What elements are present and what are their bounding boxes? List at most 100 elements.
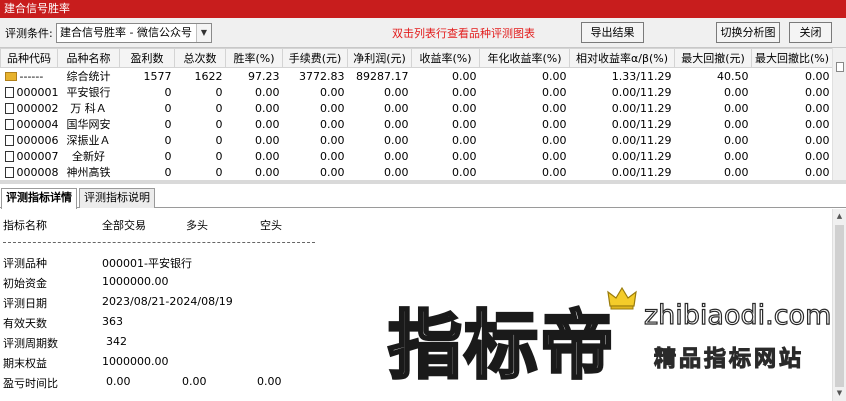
- cell-maxdd: 40.50: [717, 69, 749, 83]
- table-row[interactable]: 000007 全新好 0 0 0.00 0.00 0.00 0.00 0.00 0.00/11.2…: [1, 148, 833, 164]
- table-scrollbar[interactable]: [832, 48, 846, 180]
- cell-name: 万 科Ａ: [70, 102, 107, 115]
- cell-code: 000006: [1, 132, 58, 148]
- cell-total: 0: [215, 165, 223, 179]
- cell-ret: 0.00: [452, 85, 477, 99]
- cell-ret: 0.00: [452, 133, 477, 147]
- scroll-thumb[interactable]: [835, 225, 844, 387]
- cell-fee: 0.00: [320, 101, 345, 115]
- hint-text: 双击列表行查看品种评测图表: [392, 27, 535, 40]
- switch-chart-button[interactable]: 切换分析图: [716, 22, 780, 43]
- cell-fee: 0.00: [320, 133, 345, 147]
- detail-label: 盈亏时间比: [3, 377, 58, 390]
- cell-rel: 0.00/11.29: [611, 165, 672, 179]
- column-header[interactable]: 最大回撤(元): [674, 48, 752, 68]
- cell-maxddr: 0.00: [805, 69, 830, 83]
- column-header[interactable]: 盈利数: [119, 48, 175, 68]
- detail-value: 1000000.00: [102, 275, 169, 288]
- table-row[interactable]: 000002 万 科Ａ 0 0 0.00 0.00 0.00 0.00 0.00 0.00/11.…: [1, 100, 833, 116]
- tab-detail[interactable]: 评测指标详情: [1, 188, 77, 209]
- detail-scrollbar[interactable]: ▲ ▼: [832, 209, 846, 401]
- cell-maxddr: 0.00: [805, 117, 830, 131]
- cell-name: 平安银行: [66, 86, 111, 99]
- cell-total: 0: [215, 149, 223, 163]
- cell-code: 000002: [1, 100, 58, 116]
- cell-maxdd: 0.00: [724, 117, 749, 131]
- cell-annual: 0.00: [542, 165, 567, 179]
- condition-select[interactable]: 建合信号胜率 - 微信公众号 ▼: [56, 23, 212, 43]
- column-header[interactable]: 收益率(%): [411, 48, 480, 68]
- table-row[interactable]: ------ 综合统计 1577 1622 97.23 3772.83 89287.17 0.…: [1, 68, 833, 85]
- cell-maxdd: 0.00: [724, 85, 749, 99]
- column-header[interactable]: 年化收益率(%): [479, 48, 570, 68]
- cell-profit: 0.00: [384, 101, 409, 115]
- column-header[interactable]: 品种代码: [0, 48, 58, 68]
- column-header[interactable]: 品种名称: [57, 48, 120, 68]
- cell-annual: 0.00: [542, 133, 567, 147]
- cell-wins: 0: [164, 149, 172, 163]
- cell-annual: 0.00: [542, 149, 567, 163]
- chevron-down-icon[interactable]: ▼: [196, 24, 211, 42]
- cell-fee: 0.00: [320, 117, 345, 131]
- export-button[interactable]: 导出结果: [581, 22, 644, 43]
- document-icon: [4, 118, 14, 130]
- table-row[interactable]: 000008 神州高铁 0 0 0.00 0.00 0.00 0.00 0.00 0.00/11.…: [1, 164, 833, 180]
- detail-label: 评测品种: [3, 257, 47, 270]
- scroll-up-icon[interactable]: ▲: [835, 212, 844, 221]
- cell-total: 1622: [194, 69, 223, 83]
- crown-icon: [607, 286, 637, 310]
- results-table: 品种代码 品种名称 盈利数 总次数 胜率(%) 手续费(元) 净利润(元) 收益率(%) 年化收…: [0, 48, 832, 180]
- cell-fee: 3772.83: [299, 69, 345, 83]
- detail-tabs: 评测指标详情 评测指标说明: [0, 186, 846, 209]
- column-header[interactable]: 总次数: [174, 48, 226, 68]
- cell-maxdd: 0.00: [724, 101, 749, 115]
- detail-label: 评测日期: [3, 297, 47, 310]
- scroll-down-icon[interactable]: ▼: [835, 389, 844, 398]
- cell-profit: 0.00: [384, 149, 409, 163]
- cell-rel: 1.33/11.29: [611, 69, 672, 83]
- column-header[interactable]: 手续费(元): [282, 48, 348, 68]
- cell-name: 综合统计: [66, 70, 111, 83]
- table-row[interactable]: 000006 深振业Ａ 0 0 0.00 0.00 0.00 0.00 0.00 0.00/11.…: [1, 132, 833, 148]
- document-icon: [4, 150, 14, 162]
- cell-maxdd: 0.00: [724, 149, 749, 163]
- column-header[interactable]: 净利润(元): [347, 48, 412, 68]
- cell-annual: 0.00: [542, 69, 567, 83]
- cell-maxddr: 0.00: [805, 85, 830, 99]
- cell-code-text: 000002: [16, 101, 58, 115]
- cell-code: 000008: [1, 164, 58, 180]
- cell-maxddr: 0.00: [805, 165, 830, 179]
- document-icon: [4, 102, 14, 114]
- cell-rel: 0.00/11.29: [611, 101, 672, 115]
- cell-wins: 0: [164, 117, 172, 131]
- column-header[interactable]: 最大回撤比(%): [751, 48, 832, 68]
- cell-profit: 0.00: [384, 133, 409, 147]
- cell-wins: 0: [164, 165, 172, 179]
- detail-header-short: 空头: [260, 219, 282, 232]
- results-table-area: 品种代码 品种名称 盈利数 总次数 胜率(%) 手续费(元) 净利润(元) 收益率(%) 年化收…: [0, 48, 832, 180]
- tab-explanation[interactable]: 评测指标说明: [79, 188, 155, 208]
- column-header[interactable]: 相对收益率α/β(%): [569, 48, 675, 68]
- cell-fee: 0.00: [320, 165, 345, 179]
- scroll-thumb[interactable]: [836, 62, 844, 72]
- cell-name: 全新好: [72, 150, 105, 163]
- splitter[interactable]: [0, 180, 846, 184]
- cell-maxdd: 0.00: [724, 165, 749, 179]
- window-title-bar: 建合信号胜率: [0, 0, 846, 18]
- separator-line: [3, 242, 315, 243]
- document-icon: [4, 86, 14, 98]
- table-row[interactable]: 000004 国华网安 0 0 0.00 0.00 0.00 0.00 0.00 0.00/11.…: [1, 116, 833, 132]
- cell-profit: 0.00: [384, 85, 409, 99]
- cell-code: 000007: [1, 148, 58, 164]
- cell-wins: 0: [164, 101, 172, 115]
- cell-code-text: 000006: [16, 133, 58, 147]
- document-icon: [4, 166, 14, 178]
- close-button[interactable]: 关闭: [789, 22, 832, 43]
- detail-value: 363: [102, 315, 123, 328]
- watermark-url: zhibiaodi.com: [643, 299, 832, 331]
- cell-profit: 0.00: [384, 165, 409, 179]
- table-row[interactable]: 000001 平安银行 0 0 0.00 0.00 0.00 0.00 0.00 0.00/11.…: [1, 84, 833, 100]
- cell-winrate: 0.00: [255, 85, 280, 99]
- column-header[interactable]: 胜率(%): [225, 48, 283, 68]
- cell-maxddr: 0.00: [805, 133, 830, 147]
